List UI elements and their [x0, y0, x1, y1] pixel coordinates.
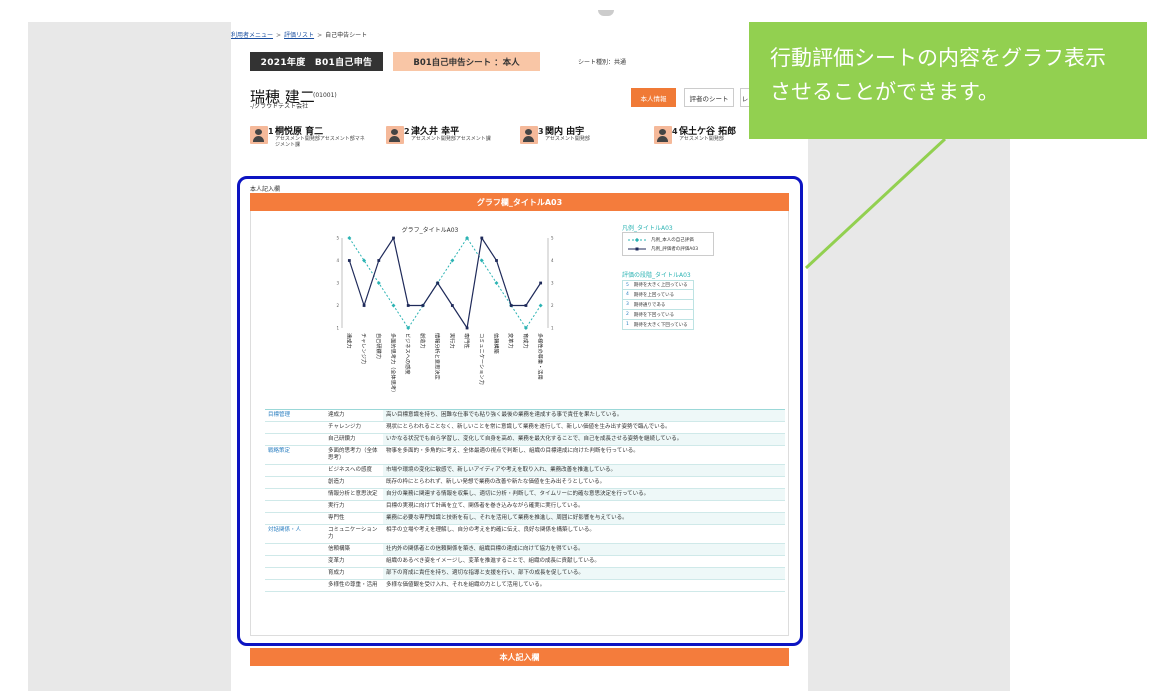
- breadcrumb-sep: >: [317, 32, 323, 39]
- breadcrumb: 利用者メニュー > 評価リスト > 自己申告シート: [231, 30, 367, 39]
- person-icon: [654, 126, 672, 144]
- evaluator-row: 1 桐悦原 育二 アセスメント開発部アセスメント部マネジメント課 2 津久井 幸…: [231, 116, 808, 153]
- person-icon: [250, 126, 268, 144]
- person-org: -/クラウドテスト会社: [250, 103, 309, 110]
- person-icon: [520, 126, 538, 144]
- callout-line-2: させることができます。: [770, 80, 999, 104]
- sheet-title: B01自己申告シート ：本人: [393, 52, 540, 71]
- sheet-type: シート種別：共通: [578, 59, 627, 66]
- screenshot-stage: 利用者メニュー > 評価リスト > 自己申告シート 2021年度 B01自己申告 B01…: [0, 0, 1171, 691]
- callout-text: 行動評価シートの内容をグラフ表示 させることができます。: [770, 41, 1140, 109]
- evaluator-number: 1: [268, 127, 274, 136]
- next-section-header: 本人記入欄: [250, 648, 789, 666]
- evaluator-number: 2: [404, 127, 410, 136]
- scroll-indicator: [598, 10, 614, 16]
- evaluator-sheet-button[interactable]: 評者のシート: [684, 88, 734, 107]
- callout-line-1: 行動評価シートの内容をグラフ表示: [770, 46, 1106, 70]
- evaluator-role: アセスメント開発部アセスメント部マネジメント課: [275, 136, 365, 148]
- breadcrumb-sep: >: [276, 32, 282, 39]
- breadcrumb-eval-list[interactable]: 評価リスト: [284, 32, 314, 39]
- breadcrumb-current: 自己申告シート: [325, 32, 368, 39]
- person-icon: [386, 126, 404, 144]
- self-info-button[interactable]: 本人情報: [631, 88, 676, 107]
- evaluator-role: アセスメント開発部アセスメント課: [411, 136, 491, 142]
- person-id: (01001): [313, 92, 337, 99]
- evaluator-number: 3: [538, 127, 544, 136]
- year-title: 2021年度 B01自己申告: [250, 52, 383, 71]
- evaluator-role: アセスメント開発部: [545, 136, 590, 142]
- highlight-frame: [237, 176, 803, 646]
- evaluator-number: 4: [672, 127, 678, 136]
- breadcrumb-menu[interactable]: 利用者メニュー: [231, 32, 273, 39]
